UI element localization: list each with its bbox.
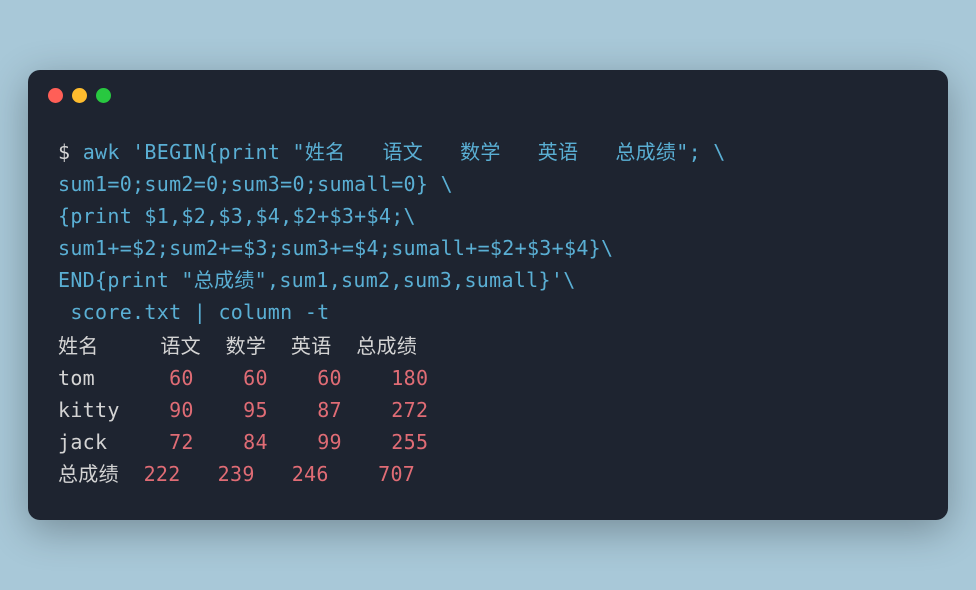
header-col5: 总成绩 bbox=[356, 334, 417, 358]
row-val: 84 bbox=[243, 430, 268, 454]
row-val: 180 bbox=[391, 366, 428, 390]
command-cont: \ bbox=[563, 268, 575, 292]
row-val: 246 bbox=[292, 462, 329, 486]
row-val: 272 bbox=[391, 398, 428, 422]
close-button[interactable] bbox=[48, 88, 63, 103]
table-row: 总成绩 222 239 246 707 bbox=[58, 458, 918, 490]
flag-t: -t bbox=[305, 300, 330, 324]
prompt-symbol: $ bbox=[58, 140, 83, 164]
row-val: 72 bbox=[169, 430, 194, 454]
command-end: END{print "总成绩",sum1,sum2,sum3,sumall}' bbox=[58, 268, 563, 292]
table-row: kitty 90 95 87 272 bbox=[58, 394, 918, 426]
row-val: 239 bbox=[218, 462, 255, 486]
minimize-button[interactable] bbox=[72, 88, 87, 103]
maximize-button[interactable] bbox=[96, 88, 111, 103]
table-row: tom 60 60 60 180 bbox=[58, 362, 918, 394]
row-val: 87 bbox=[317, 398, 342, 422]
command-line-6: score.txt | column -t bbox=[58, 296, 918, 328]
terminal-content[interactable]: $ awk 'BEGIN{print "姓名 语文 数学 英语 总成绩"; \ … bbox=[28, 111, 948, 520]
row-val: 707 bbox=[378, 462, 415, 486]
command-line-4: sum1+=$2;sum2+=$3;sum3+=$4;sumall+=$2+$3… bbox=[58, 232, 918, 264]
command-column: column bbox=[218, 300, 304, 324]
header-col4: 英语 bbox=[291, 334, 332, 358]
row-val: 99 bbox=[317, 430, 342, 454]
row-name: 总成绩 bbox=[58, 462, 119, 486]
command-line-5: END{print "总成绩",sum1,sum2,sum3,sumall}'\ bbox=[58, 264, 918, 296]
command-awk: awk bbox=[83, 140, 132, 164]
row-val: 60 bbox=[169, 366, 194, 390]
row-name: tom bbox=[58, 366, 95, 390]
row-val: 90 bbox=[169, 398, 194, 422]
terminal-window: $ awk 'BEGIN{print "姓名 语文 数学 英语 总成绩"; \ … bbox=[28, 70, 948, 520]
row-val: 60 bbox=[317, 366, 342, 390]
row-val: 60 bbox=[243, 366, 268, 390]
header-col3: 数学 bbox=[226, 334, 267, 358]
command-line-1: $ awk 'BEGIN{print "姓名 语文 数学 英语 总成绩"; \ bbox=[58, 136, 918, 168]
command-line-2: sum1=0;sum2=0;sum3=0;sumall=0} \ bbox=[58, 168, 918, 200]
row-val: 255 bbox=[391, 430, 428, 454]
row-name: kitty bbox=[58, 398, 120, 422]
table-row: jack 72 84 99 255 bbox=[58, 426, 918, 458]
row-name: jack bbox=[58, 430, 107, 454]
header-name: 姓名 bbox=[58, 334, 99, 358]
header-col2: 语文 bbox=[160, 334, 201, 358]
command-line-3: {print $1,$2,$3,$4,$2+$3+$4;\ bbox=[58, 200, 918, 232]
row-val: 95 bbox=[243, 398, 268, 422]
titlebar bbox=[28, 70, 948, 111]
row-val: 222 bbox=[144, 462, 181, 486]
table-header-row: 姓名 语文 数学 英语 总成绩 bbox=[58, 330, 918, 362]
pipe-section: score.txt | bbox=[58, 300, 218, 324]
output-table: 姓名 语文 数学 英语 总成绩 tom 60 60 60 180 kitty 9… bbox=[58, 330, 918, 490]
command-arg-1: 'BEGIN{print "姓名 语文 数学 英语 总成绩"; \ bbox=[132, 140, 726, 164]
